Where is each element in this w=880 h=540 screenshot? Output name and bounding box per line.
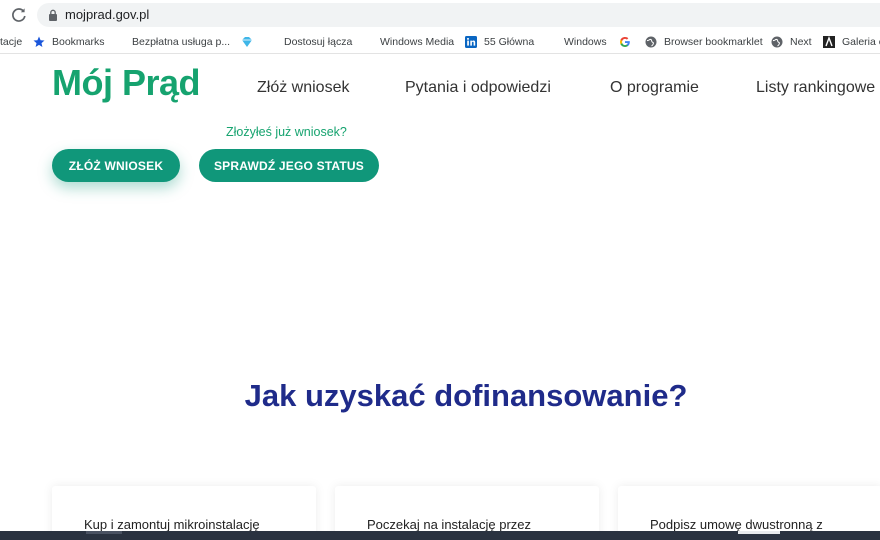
browser-toolbar: mojprad.gov.pl [0, 0, 880, 30]
bookmark-label: Bookmarks [52, 36, 105, 48]
bookmark-label: Windows [564, 36, 607, 48]
lock-icon[interactable] [48, 9, 58, 21]
submit-application-button[interactable]: ZŁÓŻ WNIOSEK [52, 149, 180, 182]
bookmark-item[interactable]: tacje [0, 33, 22, 51]
check-status-button[interactable]: SPRAWDŹ JEGO STATUS [199, 149, 379, 182]
step-card-text: Poczekaj na instalację przez [367, 517, 532, 532]
gem-icon [242, 37, 252, 47]
bookmark-item[interactable]: Browser bookmarklet [645, 33, 763, 51]
bookmark-label: Dostosuj łącza [284, 36, 353, 48]
bookmarks-bar: tacje Bookmarks Bezpłatna usługa p... Do… [0, 30, 880, 54]
bookmark-item[interactable] [241, 33, 260, 51]
bookmark-label: tacje [0, 36, 23, 48]
section-title: Jak uzyskać dofinansowanie? [244, 378, 688, 413]
reload-icon[interactable] [10, 6, 28, 24]
bookmark-item[interactable]: Dostosuj łącza [265, 33, 352, 51]
windows-logo-icon [361, 36, 373, 48]
bookmark-item[interactable]: Next [771, 33, 812, 51]
nav-submit-application[interactable]: Złóż wniosek [257, 79, 349, 97]
windows-logo-icon [113, 36, 125, 48]
bookmark-label: Galeria c [842, 36, 880, 48]
linkedin-icon [465, 36, 477, 48]
bookmark-item[interactable]: Bezpłatna usługa p... [113, 33, 230, 51]
address-bar[interactable] [37, 3, 880, 27]
globe-icon [645, 36, 657, 48]
globe-icon [771, 36, 783, 48]
url-text[interactable]: mojprad.gov.pl [65, 7, 149, 22]
site-logo[interactable]: Mój Prąd [52, 62, 201, 104]
taskbar-item[interactable] [738, 531, 780, 534]
bookmark-label: Next [790, 36, 812, 48]
bookmark-label: Bezpłatna usługa p... [132, 36, 231, 48]
star-icon [33, 36, 45, 47]
step-card-text: Kup i zamontuj mikroinstalację [84, 517, 260, 532]
bookmark-item[interactable]: Galeria c [823, 33, 880, 51]
taskbar-item[interactable] [86, 531, 122, 534]
bookmark-label: 55 Główna [484, 36, 535, 48]
bookmark-label: Browser bookmarklet [664, 36, 763, 48]
nav-ranking-lists[interactable]: Listy rankingowe [756, 79, 875, 97]
status-hint: Złożyłeś już wniosek? [226, 125, 347, 139]
windows-logo-icon [265, 36, 277, 48]
bookmark-item[interactable]: Windows Media [361, 33, 454, 51]
step-card-text: Podpisz umowę dwustronną z [650, 517, 823, 532]
nav-faq[interactable]: Pytania i odpowiedzi [405, 79, 551, 97]
google-icon [619, 37, 630, 47]
windows-logo-icon [545, 36, 557, 48]
gallery-icon [823, 36, 835, 48]
nav-about-program[interactable]: O programie [610, 79, 699, 97]
bookmark-item[interactable]: Windows [545, 33, 607, 51]
bookmark-label: Windows Media [380, 36, 455, 48]
bookmark-item[interactable] [619, 33, 638, 51]
bookmark-item[interactable]: 55 Główna [465, 33, 534, 51]
bookmark-item[interactable]: Bookmarks [33, 33, 105, 51]
